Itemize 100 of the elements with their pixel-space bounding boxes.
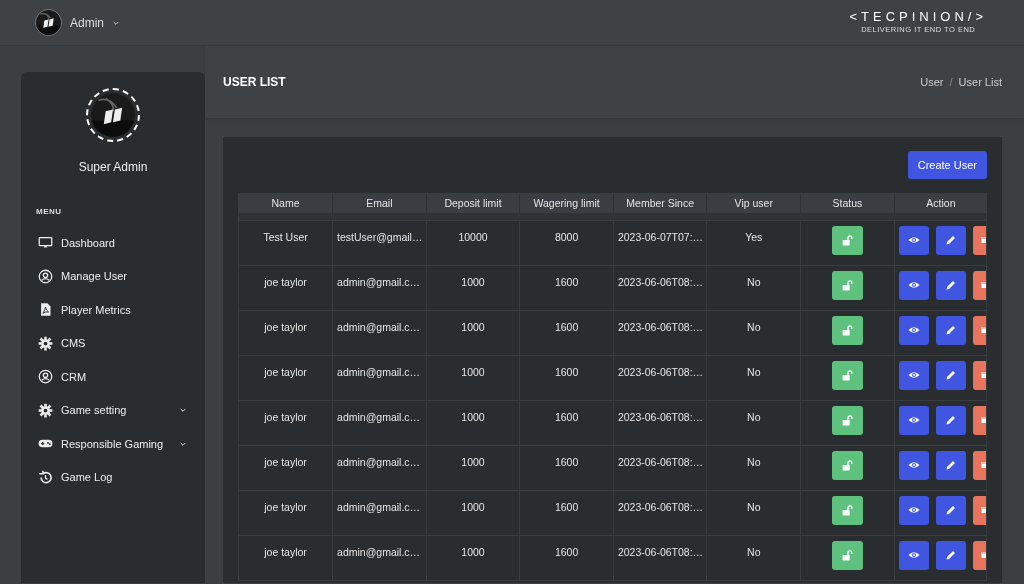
- table-cell: 2023-06-06T08:…: [613, 355, 707, 400]
- unlock-icon: [840, 503, 854, 517]
- pencil-icon: [944, 279, 957, 291]
- status-toggle-button[interactable]: [831, 495, 863, 525]
- view-button[interactable]: [898, 315, 929, 345]
- table-cell: 1000: [426, 445, 520, 490]
- sidebar-item[interactable]: Responsible Gaming: [38, 427, 187, 461]
- table-cell: joe taylor: [239, 400, 333, 445]
- eye-icon: [907, 369, 920, 381]
- eye-icon: [907, 234, 920, 246]
- status-toggle-button[interactable]: [831, 315, 863, 345]
- sidebar-item[interactable]: Game setting: [38, 393, 187, 427]
- table-cell: 2023-06-06T08:…: [613, 490, 707, 535]
- delete-button[interactable]: [972, 225, 986, 255]
- edit-button[interactable]: [935, 225, 966, 255]
- pencil-icon: [944, 459, 957, 471]
- avatar-logo-icon: [35, 9, 62, 36]
- profile-name: Super Admin: [77, 159, 149, 176]
- sidebar-item[interactable]: Player Metrics: [38, 293, 187, 327]
- delete-button[interactable]: [972, 495, 986, 525]
- view-button[interactable]: [898, 540, 929, 570]
- table-cell: admin@gmail.c…: [332, 535, 427, 580]
- table-cell: 1600: [519, 535, 614, 580]
- table-cell: 1600: [519, 490, 614, 535]
- edit-button[interactable]: [935, 450, 966, 480]
- delete-button[interactable]: [972, 360, 986, 390]
- table-cell: 1000: [426, 490, 520, 535]
- table-cell: 2023-06-06T08:…: [613, 265, 707, 310]
- table-cell: joe taylor: [239, 445, 333, 490]
- table-cell: 2023-06-07T07:…: [613, 220, 707, 265]
- breadcrumb-separator: /: [949, 74, 953, 90]
- sidebar-item[interactable]: Game Log: [38, 460, 187, 494]
- unlock-icon: [840, 413, 854, 427]
- edit-button[interactable]: [935, 360, 966, 390]
- table-cell: 1600: [519, 310, 614, 355]
- status-toggle-button[interactable]: [831, 360, 863, 390]
- pencil-icon: [944, 234, 957, 246]
- table-cell: No: [706, 445, 801, 490]
- create-user-button[interactable]: Create User: [907, 151, 987, 179]
- table-cell: No: [706, 490, 801, 535]
- edit-button[interactable]: [935, 270, 966, 300]
- table-cell: 1000: [426, 265, 520, 310]
- pencil-icon: [944, 504, 957, 516]
- view-button[interactable]: [898, 450, 929, 480]
- table-cell: 2023-06-06T08:…: [613, 400, 707, 445]
- view-button[interactable]: [898, 225, 929, 255]
- view-button[interactable]: [898, 495, 929, 525]
- unlock-icon: [840, 458, 854, 472]
- status-toggle-button[interactable]: [831, 270, 863, 300]
- table-cell: testUser@gmail…: [332, 220, 427, 265]
- table-cell: No: [706, 265, 801, 310]
- delete-button[interactable]: [972, 270, 986, 300]
- user-circle-icon: [38, 268, 53, 284]
- pencil-icon: [944, 324, 957, 336]
- edit-button[interactable]: [935, 495, 966, 525]
- table-cell: 1600: [519, 355, 614, 400]
- table-cell: 2023-06-06T08:…: [613, 310, 707, 355]
- table-cell: 1000: [426, 355, 520, 400]
- status-toggle-button[interactable]: [831, 225, 863, 255]
- page-title: USER LIST: [223, 74, 286, 91]
- table-cell: No: [706, 400, 801, 445]
- eye-icon: [907, 324, 920, 336]
- user-circle-icon: [38, 369, 53, 385]
- table-cell: Yes: [706, 220, 801, 265]
- breadcrumb-link[interactable]: User List: [958, 73, 1002, 91]
- view-button[interactable]: [898, 270, 929, 300]
- menu-heading: MENU: [36, 206, 63, 218]
- delete-button[interactable]: [972, 450, 986, 480]
- history-icon: [38, 469, 53, 485]
- user-menu[interactable]: Admin: [35, 9, 120, 36]
- edit-button[interactable]: [935, 540, 966, 570]
- table-cell: Test User: [239, 220, 333, 265]
- status-toggle-button[interactable]: [831, 540, 863, 570]
- table-cell: joe taylor: [239, 310, 333, 355]
- sidebar-item[interactable]: CMS: [38, 326, 187, 360]
- table-cell: joe taylor: [239, 490, 333, 535]
- breadcrumb-link[interactable]: User: [920, 73, 944, 91]
- table-cell: 8000: [519, 220, 614, 265]
- table-cell: joe taylor: [239, 535, 333, 580]
- table-cell: admin@gmail.c…: [332, 310, 427, 355]
- pencil-icon: [944, 414, 957, 426]
- status-toggle-button[interactable]: [831, 450, 863, 480]
- pencil-icon: [944, 369, 957, 381]
- view-button[interactable]: [898, 405, 929, 435]
- table-cell: 1000: [426, 400, 520, 445]
- table-cell: admin@gmail.c…: [332, 445, 427, 490]
- view-button[interactable]: [898, 360, 929, 390]
- sidebar-item[interactable]: Manage User: [38, 259, 187, 293]
- sidebar-item[interactable]: Dashboard: [38, 226, 187, 260]
- delete-button[interactable]: [972, 315, 986, 345]
- edit-button[interactable]: [935, 405, 966, 435]
- status-toggle-button[interactable]: [831, 405, 863, 435]
- delete-button[interactable]: [972, 405, 986, 435]
- table-cell: admin@gmail.c…: [332, 265, 427, 310]
- sidebar-item[interactable]: CRM: [38, 360, 187, 394]
- document-icon: [38, 302, 53, 318]
- edit-button[interactable]: [935, 315, 966, 345]
- delete-button[interactable]: [972, 540, 986, 570]
- eye-icon: [907, 504, 920, 516]
- eye-icon: [907, 414, 920, 426]
